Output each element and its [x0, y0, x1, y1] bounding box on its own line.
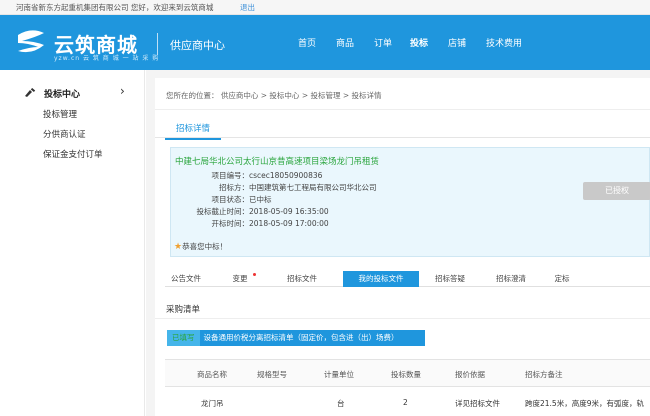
- logo-icon: [18, 30, 44, 53]
- info-bid-deadline: 投标截止时间：2018-05-09 16:35:00: [196, 207, 329, 216]
- notification-dot: [253, 273, 256, 276]
- table-cell: 龙门吊: [201, 399, 224, 408]
- divider: [155, 318, 650, 319]
- project-info-box: 中建七局华北公司太行山京昔高速项目梁场龙门吊租赁 项目编号：cscec18050…: [170, 147, 650, 257]
- bid-list-title: 设备通用价税分离招标清单（固定价，包含进（出）场费）: [203, 333, 399, 342]
- column-header: 商品名称: [197, 370, 227, 379]
- divider: [155, 109, 650, 110]
- bid-list-table: 商品名称 规格型号 计量单位 投标数量 报价依据 招标方备注 龙门吊 台 2 详…: [165, 359, 650, 416]
- table-cell: 跨度21.5米，高度9米，有弧度，轨: [525, 399, 644, 408]
- info-project-status: 项目状态：已中标: [211, 195, 272, 204]
- sidebar-item-bid-management[interactable]: 投标管理: [43, 108, 77, 120]
- sidebar-item-supplier-certification[interactable]: 分供商认证: [43, 128, 86, 140]
- sidebar-header[interactable]: 投标中心: [44, 87, 80, 100]
- logo-divider: [157, 33, 158, 55]
- breadcrumb: 您所在的位置： 供应商中心 > 投标中心 > 投标管理 > 投标详情: [166, 91, 382, 100]
- tab-tender-files[interactable]: 招标文件: [278, 271, 326, 287]
- tab-tender-qa[interactable]: 招标答疑: [427, 271, 473, 287]
- sidebar-item-deposit-orders[interactable]: 保证金支付订单: [43, 148, 103, 160]
- status-button[interactable]: 已授权: [583, 182, 650, 200]
- nav-orders[interactable]: 订单: [374, 36, 392, 49]
- site-header: 云筑商城 yzw.cn 云 筑 商 城 一 站 采 购 供应商中心 首页 商品 …: [0, 15, 650, 70]
- column-header: 规格型号: [257, 370, 287, 379]
- column-header: 报价依据: [455, 370, 485, 379]
- chevron-right-icon[interactable]: ›: [120, 84, 125, 98]
- star-icon: ★: [174, 242, 183, 252]
- section-label: 采购清单: [166, 305, 201, 315]
- tab-award[interactable]: 定标: [548, 271, 576, 287]
- nav-tech-fee[interactable]: 技术费用: [486, 36, 522, 49]
- info-opening-time: 开标时间：2018-05-09 17:00:00: [211, 219, 329, 228]
- nav-store[interactable]: 店铺: [448, 36, 466, 49]
- tab-announcement-files[interactable]: 公告文件: [165, 271, 207, 287]
- logo-subtext: yzw.cn 云 筑 商 城 一 站 采 购: [54, 55, 160, 62]
- column-header: 招标方备注: [525, 370, 563, 379]
- greeting-text: 河南省新东方起重机集团有限公司 您好，欢迎来到云筑商城: [16, 3, 214, 12]
- column-header: 投标数量: [391, 370, 421, 379]
- column-header: 计量单位: [324, 370, 354, 379]
- project-title: 中建七局华北公司太行山京昔高速项目梁场龙门吊租赁: [175, 157, 380, 167]
- sidebar: 投标中心 › 投标管理 分供商认证 保证金支付订单: [0, 70, 145, 416]
- content-panel: 您所在的位置： 供应商中心 > 投标中心 > 投标管理 > 投标详情 招标详情 …: [155, 78, 650, 416]
- tab-tender-clarification[interactable]: 招标澄清: [488, 271, 534, 287]
- subtabs: 公告文件 变更 招标文件 我的投标文件 招标答疑 招标澄清 定标: [165, 271, 650, 287]
- logout-link[interactable]: 退出: [240, 2, 255, 13]
- table-cell: 详见招标文件: [455, 399, 500, 408]
- bid-list-bar[interactable]: 已填写 设备通用价税分离招标清单（固定价，包含进（出）场费）: [167, 330, 425, 346]
- table-cell: 台: [337, 399, 345, 408]
- nav-home[interactable]: 首页: [298, 36, 316, 49]
- top-bar: 河南省新东方起重机集团有限公司 您好，欢迎来到云筑商城 退出: [0, 0, 650, 15]
- nav-products[interactable]: 商品: [336, 36, 354, 49]
- table-cell: 2: [403, 398, 408, 407]
- header-title: 供应商中心: [170, 39, 225, 52]
- info-tenderer: 招标方：中国建筑第七工程局有限公司华北公司: [219, 183, 377, 192]
- main-area: 您所在的位置： 供应商中心 > 投标中心 > 投标管理 > 投标详情 招标详情 …: [146, 70, 650, 416]
- table-header: 商品名称 规格型号 计量单位 投标数量 报价依据 招标方备注: [165, 360, 650, 387]
- congrats-message: ★恭喜您中标！: [174, 242, 228, 252]
- info-project-number: 项目编号：cscec18050900836: [211, 171, 323, 180]
- bidding-icon: [25, 88, 36, 97]
- filled-badge: 已填写: [167, 330, 200, 346]
- nav-bidding[interactable]: 投标: [410, 36, 428, 49]
- divider: [155, 137, 650, 138]
- tab-my-bid-files[interactable]: 我的投标文件: [343, 271, 419, 287]
